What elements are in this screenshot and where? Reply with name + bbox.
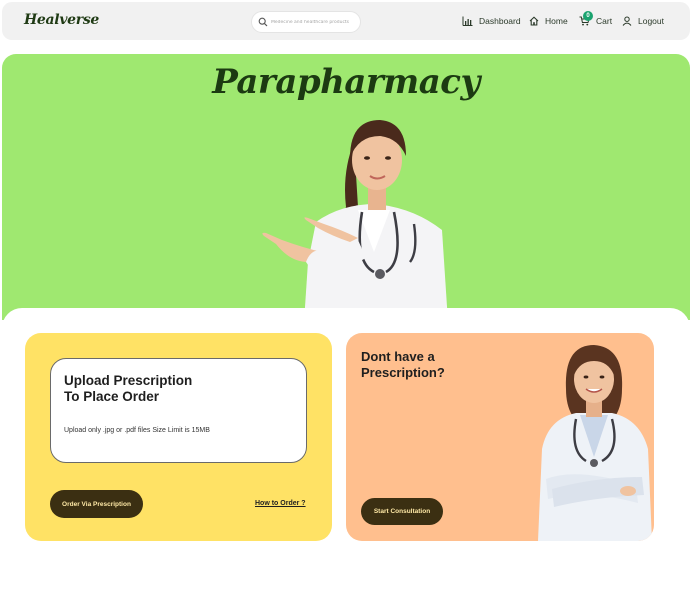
consultation-card: Dont have a Prescription? Start Consulta…	[346, 333, 654, 541]
upload-title: Upload Prescription To Place Order	[64, 373, 264, 405]
chart-icon	[462, 16, 473, 26]
nav-home[interactable]: Home	[529, 13, 568, 29]
consult-title-line1: Dont have a	[361, 349, 435, 364]
nav-logout-label: Logout	[638, 16, 664, 26]
cart-count-badge: 0	[583, 11, 593, 21]
top-navbar: Healverse Dashboard Home	[2, 2, 690, 40]
consult-title: Dont have a Prescription?	[361, 349, 481, 381]
nav-home-label: Home	[545, 16, 568, 26]
nav-cart-label: Cart	[596, 16, 613, 26]
search-input[interactable]	[271, 15, 357, 30]
nav-dashboard[interactable]: Dashboard	[462, 13, 521, 29]
doctor-arms-crossed-illustration	[538, 345, 652, 541]
start-consultation-button[interactable]: Start Consultation	[361, 498, 443, 525]
upload-note: Upload only .jpg or .pdf files Size Limi…	[64, 427, 210, 434]
cart-icon-wrap: 0	[579, 11, 593, 26]
user-icon	[622, 16, 632, 26]
upload-title-line2: To Place Order	[64, 389, 160, 404]
brand-logo[interactable]: Healverse	[24, 12, 99, 28]
consult-title-line2: Prescription?	[361, 365, 445, 380]
doctor-pointing-illustration	[262, 120, 448, 320]
upload-dropzone[interactable]: Upload Prescription To Place Order Uploa…	[50, 358, 307, 463]
order-via-prescription-button[interactable]: Order Via Prescription	[50, 490, 143, 518]
upload-prescription-card: Upload Prescription To Place Order Uploa…	[25, 333, 332, 541]
search-icon	[258, 17, 268, 27]
how-to-order-link[interactable]: How to Order ?	[255, 500, 306, 507]
home-icon	[529, 16, 539, 26]
search-bar[interactable]	[251, 11, 361, 33]
upload-title-line1: Upload Prescription	[64, 373, 193, 388]
hero-title: Parapharmacy	[212, 62, 480, 102]
nav-cart[interactable]: 0 Cart	[579, 11, 613, 29]
nav-logout[interactable]: Logout	[622, 13, 664, 29]
hero-banner: Parapharmacy	[2, 54, 690, 320]
nav-dashboard-label: Dashboard	[479, 16, 521, 26]
